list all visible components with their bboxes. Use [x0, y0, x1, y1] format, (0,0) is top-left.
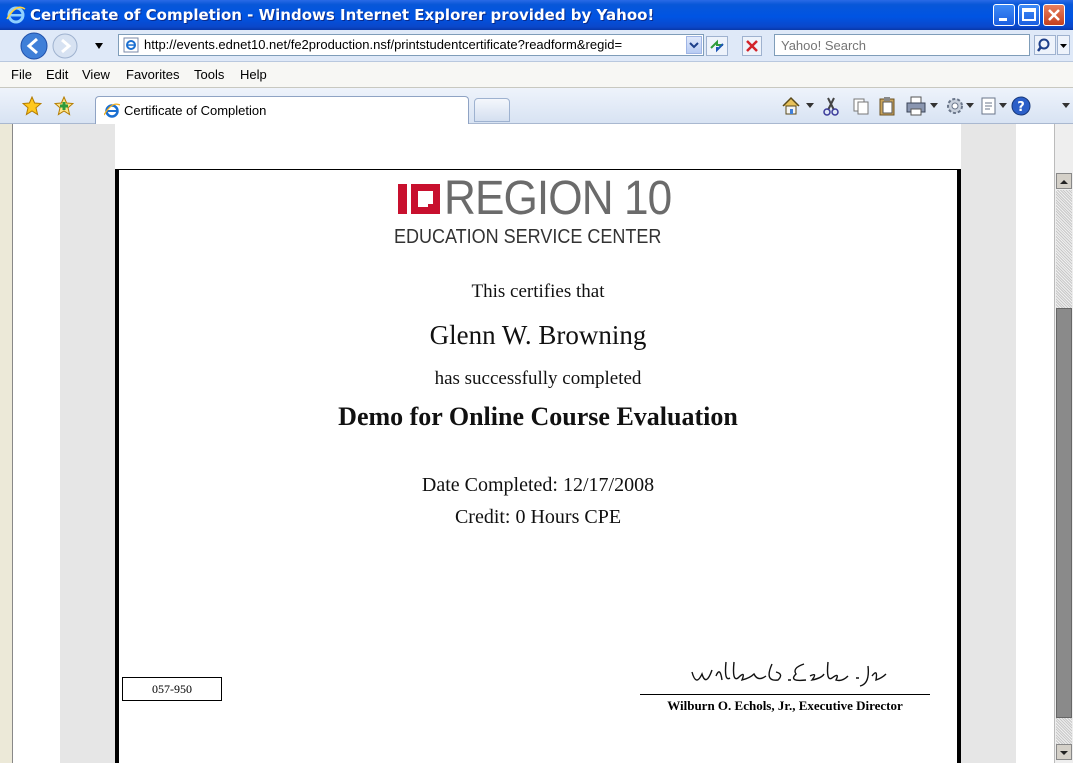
menu-edit[interactable]: Edit	[46, 67, 68, 82]
home-dropdown-icon[interactable]	[806, 103, 814, 109]
url-text[interactable]: http://events.ednet10.net/fe2production.…	[144, 37, 684, 52]
address-toolbar: http://events.ednet10.net/fe2production.…	[0, 30, 1073, 62]
forward-icon[interactable]	[52, 33, 78, 59]
scroll-up-icon	[1060, 180, 1068, 184]
ie-logo-icon	[6, 6, 26, 24]
print-icon[interactable]	[905, 95, 927, 117]
scroll-up-button[interactable]	[1056, 173, 1072, 189]
page-menu-gear-icon[interactable]	[944, 95, 966, 117]
page-dropdown-icon[interactable]	[999, 103, 1007, 109]
refresh-icon[interactable]	[706, 36, 728, 56]
cut-icon[interactable]	[820, 95, 842, 117]
maximize-icon	[1022, 8, 1036, 21]
region10-logo-mark-icon	[398, 184, 440, 214]
paste-icon[interactable]	[876, 95, 898, 117]
print-dropdown-icon[interactable]	[930, 103, 938, 109]
date-completed: Date Completed: 12/17/2008	[421, 474, 655, 496]
course-title: Demo for Online Course Evaluation	[338, 402, 738, 431]
recent-pages-dropdown-icon[interactable]	[94, 42, 104, 50]
tab-toolbar: Certificate of Completion ?	[0, 88, 1073, 124]
signature-image	[691, 661, 887, 687]
new-tab-button[interactable]	[474, 98, 510, 122]
address-dropdown-button[interactable]	[686, 36, 702, 54]
scroll-track[interactable]	[1056, 190, 1072, 308]
chevron-down-icon	[689, 42, 699, 49]
menu-file[interactable]: File	[11, 67, 32, 82]
certifies-text: This certifies that	[471, 281, 605, 302]
search-options-dropdown-icon[interactable]	[1057, 35, 1070, 55]
page-icon[interactable]	[978, 95, 1000, 117]
recipient-name: Glenn W. Browning	[429, 320, 647, 350]
favorites-star-icon[interactable]	[22, 96, 42, 116]
menu-help[interactable]: Help	[240, 67, 267, 82]
ie-page-icon	[123, 37, 139, 53]
close-window-button[interactable]	[1043, 4, 1065, 26]
signatory-title: Wilburn O. Echols, Jr., Executive Direct…	[667, 698, 903, 713]
logo-word: REGION 10	[444, 172, 672, 225]
maximize-button[interactable]	[1018, 4, 1040, 26]
tab-label: Certificate of Completion	[124, 103, 267, 118]
vertical-scrollbar[interactable]	[1054, 124, 1073, 763]
certificate-id: 057-950	[122, 677, 222, 701]
credit-hours: Credit: 0 Hours CPE	[454, 506, 622, 528]
scroll-thumb[interactable]	[1056, 308, 1072, 718]
search-box[interactable]	[774, 34, 1030, 56]
close-icon	[1048, 9, 1060, 21]
minimize-icon	[999, 18, 1007, 21]
menu-tools[interactable]: Tools	[194, 67, 224, 82]
help-icon[interactable]: ?	[1010, 95, 1032, 117]
scroll-down-button[interactable]	[1056, 744, 1072, 760]
gear-dropdown-icon[interactable]	[966, 103, 974, 109]
completed-text: has successfully completed	[434, 368, 642, 389]
menu-favorites[interactable]: Favorites	[126, 67, 179, 82]
menu-bar: File Edit View Favorites Tools Help	[0, 62, 1073, 88]
ie-page-icon	[104, 103, 120, 118]
home-icon[interactable]	[780, 95, 802, 117]
add-favorite-icon[interactable]	[54, 96, 74, 116]
scroll-track[interactable]	[1056, 718, 1072, 744]
window-title: Certificate of Completion - Windows Inte…	[30, 6, 655, 24]
help-dropdown-icon[interactable]	[1062, 103, 1070, 109]
region10-logo: REGION 10 EDUCATION SERVICE CENTER	[394, 172, 680, 251]
minimize-button[interactable]	[993, 4, 1015, 26]
back-icon[interactable]	[20, 32, 48, 60]
scroll-down-icon	[1060, 751, 1068, 755]
address-bar[interactable]: http://events.ednet10.net/fe2production.…	[118, 34, 704, 56]
stop-icon[interactable]	[742, 36, 762, 56]
title-bar[interactable]: Certificate of Completion - Windows Inte…	[0, 0, 1073, 30]
search-icon[interactable]	[1034, 35, 1056, 55]
certificate-layer: REGION 10 EDUCATION SERVICE CENTER This …	[0, 124, 1073, 763]
copy-icon[interactable]	[850, 95, 872, 117]
svg-text:?: ?	[1017, 100, 1025, 115]
search-input[interactable]	[779, 37, 1023, 54]
menu-view[interactable]: View	[82, 67, 110, 82]
logo-subtitle: EDUCATION SERVICE CENTER	[394, 226, 662, 248]
signature-line	[640, 694, 930, 695]
tab-certificate[interactable]: Certificate of Completion	[95, 96, 469, 124]
